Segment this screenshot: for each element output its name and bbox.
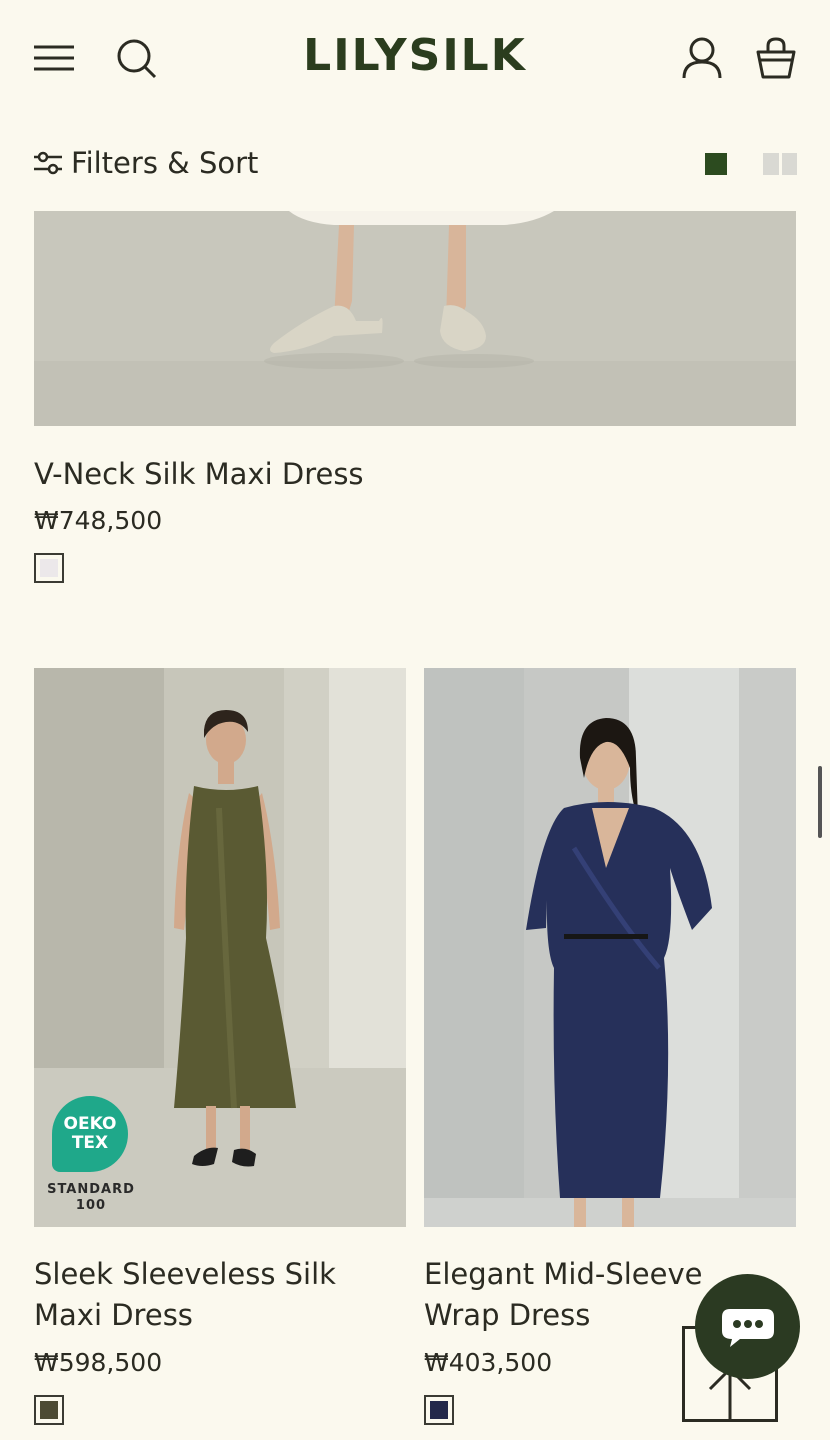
product-title[interactable]: V-Neck Silk Maxi Dress [34,454,364,495]
product-price: ₩598,500 [34,1348,163,1377]
site-header: LILYSILK [0,0,830,118]
sliders-icon [34,151,62,175]
filters-sort-label: Filters & Sort [71,146,259,180]
chat-button[interactable] [695,1274,800,1379]
chat-bubble-icon [721,1308,774,1347]
product-title[interactable]: Elegant Mid-Sleeve Wrap Dress [424,1254,724,1336]
badge-line1: OEKO [63,1114,117,1134]
single-column-view-toggle[interactable] [705,153,727,175]
two-column-view-toggle[interactable] [763,153,797,175]
product-price: ₩748,500 [34,506,163,535]
user-account-icon[interactable] [681,36,723,80]
badge-standard: STANDARD [47,1182,135,1197]
badge-number: 100 [75,1198,107,1213]
product-image-sleek-sleeveless-silk-maxi-dress[interactable]: OEKO TEX STANDARD 100 [34,668,406,1227]
color-swatch[interactable] [34,1395,64,1425]
product-image-elegant-mid-sleeve-wrap-dress[interactable] [424,668,796,1227]
page-scrollbar[interactable] [818,766,822,838]
badge-line2: TEX [71,1133,109,1153]
oeko-tex-badge: OEKO TEX STANDARD 100 [47,1096,134,1214]
color-swatch[interactable] [424,1395,454,1425]
product-title[interactable]: Sleek Sleeveless Silk Maxi Dress [34,1254,406,1336]
color-swatch[interactable] [34,553,64,583]
product-image-v-neck-silk-maxi-dress[interactable] [34,211,796,426]
filters-sort-button[interactable]: Filters & Sort [33,146,258,180]
shopping-bag-icon[interactable] [755,36,797,80]
product-price: ₩403,500 [424,1348,553,1377]
